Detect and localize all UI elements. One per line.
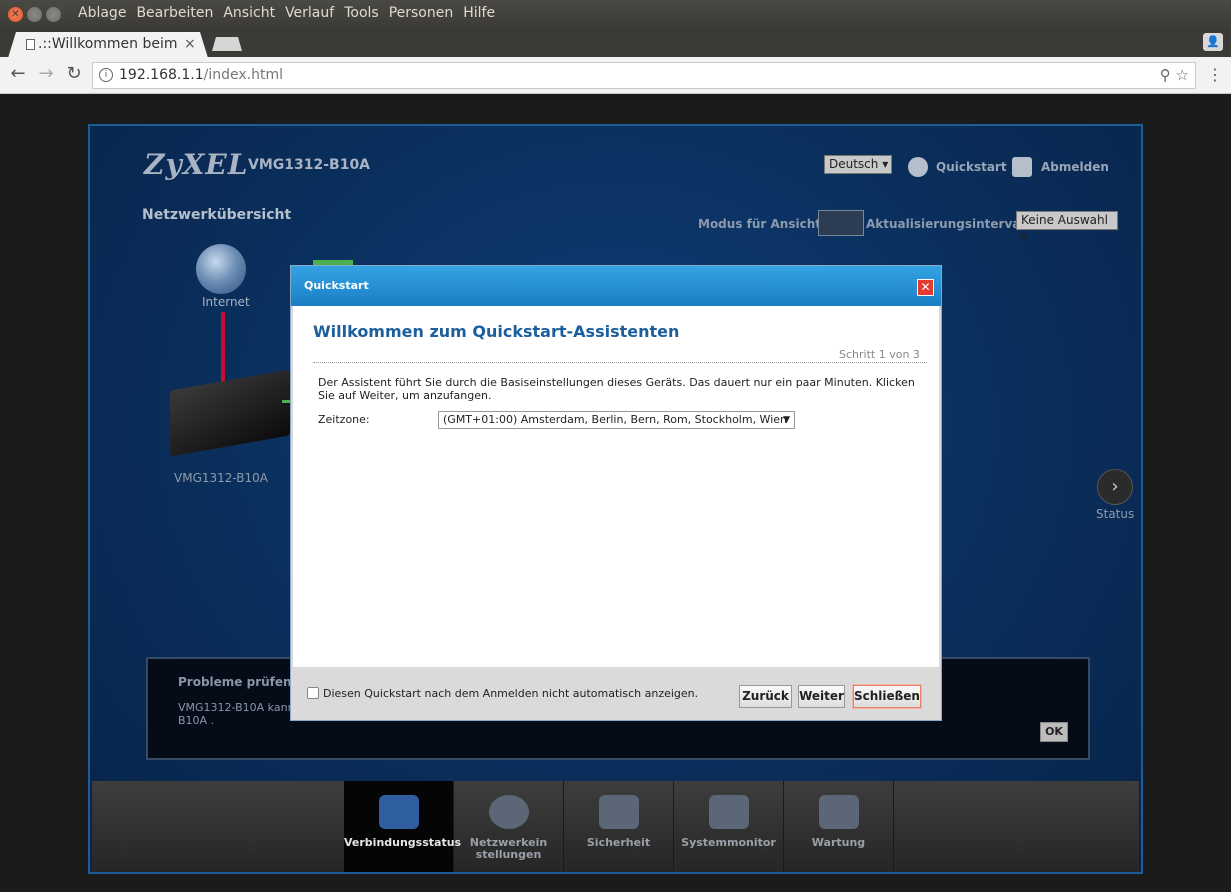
window-maximize-icon[interactable] (46, 7, 61, 22)
zyxel-logo: ZyXEL (144, 148, 249, 181)
model-name: VMG1312-B10A (248, 157, 371, 173)
menu-ansicht[interactable]: Ansicht (223, 5, 275, 21)
nav-label: Sicherheit (586, 836, 651, 849)
gear-icon (488, 795, 529, 829)
device-label: VMG1312-B10A (174, 471, 269, 485)
chart-monitor-icon (708, 795, 749, 829)
dont-show-label[interactable]: Diesen Quickstart nach dem Anmelden nich… (323, 687, 698, 700)
app-menu: Ablage Bearbeiten Ansicht Verlauf Tools … (78, 5, 505, 21)
close-button[interactable]: Schließen (853, 685, 921, 708)
dialog-title: Quickstart (304, 279, 369, 292)
router-device-icon[interactable] (170, 369, 290, 457)
chevron-down-icon: ▼ (783, 415, 790, 425)
info-icon[interactable]: i (99, 68, 113, 82)
nav-label: Verbindungsstatus (344, 836, 462, 849)
nav-system-monitor[interactable]: Systemmonitor (674, 781, 784, 872)
timezone-select[interactable]: (GMT+01:00) Amsterdam, Berlin, Bern, Rom… (438, 411, 795, 429)
problems-text: VMG1312-B10A kann B10A . (178, 701, 295, 727)
intro-text: Der Assistent führt Sie durch die Basise… (318, 376, 915, 402)
logout-link[interactable]: Abmelden (1041, 160, 1109, 174)
network-view-icon[interactable] (818, 210, 864, 236)
bottom-navigation: Verbindungsstatus Netzwerkein stellungen… (92, 781, 1139, 872)
dialog-close-icon[interactable]: ✕ (917, 279, 934, 296)
menu-bar: ✕ Ablage Bearbeiten Ansicht Verlauf Tool… (0, 0, 1231, 30)
menu-dots-icon[interactable]: ⋮ (1207, 65, 1223, 84)
nav-network-settings[interactable]: Netzwerkein stellungen (454, 781, 564, 872)
menu-bearbeiten[interactable]: Bearbeiten (136, 5, 213, 21)
next-button[interactable]: Weiter (798, 685, 845, 708)
interval-select[interactable]: Keine Auswahl ▾ (1016, 211, 1118, 244)
menu-ablage[interactable]: Ablage (78, 5, 126, 21)
timezone-value: (GMT+01:00) Amsterdam, Berlin, Bern, Rom… (443, 413, 787, 426)
profile-icon[interactable]: 👤 (1203, 33, 1223, 51)
quickstart-link[interactable]: Quickstart (936, 160, 1007, 174)
menu-hilfe[interactable]: Hilfe (463, 5, 495, 21)
problems-title: Probleme prüfen (178, 675, 292, 689)
status-arrow-button[interactable]: › (1097, 469, 1133, 505)
bookmark-star-icon[interactable]: ⚲ ☆ (1160, 63, 1189, 88)
back-arrow-icon[interactable]: ← (6, 63, 30, 84)
status-label: Status (1096, 507, 1135, 521)
nav-label: Systemmonitor (681, 836, 776, 849)
section-title: Netzwerkübersicht (142, 207, 292, 223)
page-icon (26, 39, 35, 50)
menu-tools[interactable]: Tools (344, 5, 379, 21)
back-button[interactable]: Zurück (739, 685, 792, 708)
menu-personen[interactable]: Personen (389, 5, 454, 21)
url-host: 192.168.1.1 (119, 67, 204, 83)
window-minimize-icon[interactable] (27, 7, 42, 22)
heading-divider (313, 362, 927, 363)
quickstart-dialog: Quickstart ✕ Willkommen zum Quickstart-A… (290, 265, 942, 721)
view-mode-label: Modus für Ansicht: (698, 217, 826, 231)
new-tab-button[interactable] (212, 37, 242, 51)
menu-verlauf[interactable]: Verlauf (285, 5, 334, 21)
tools-icon (818, 795, 859, 829)
logout-icon[interactable] (1012, 157, 1032, 177)
interval-value: Keine Auswahl (1021, 213, 1108, 227)
language-value: Deutsch (829, 157, 879, 171)
internet-link-line (221, 312, 225, 388)
dialog-body: Willkommen zum Quickstart-Assistenten Sc… (293, 306, 939, 667)
nav-security[interactable]: Sicherheit (564, 781, 674, 872)
internet-globe-icon[interactable] (196, 244, 246, 294)
dont-show-checkbox[interactable] (307, 687, 319, 699)
nav-label: Netzwerkein stellungen (469, 836, 548, 861)
monitor-globe-icon (378, 795, 419, 829)
nav-label: Wartung (811, 836, 866, 849)
timezone-label: Zeitzone: (318, 413, 370, 426)
tab-strip: .::Willkommen beim × 👤 (0, 30, 1231, 58)
nav-maintenance[interactable]: Wartung (784, 781, 894, 872)
browser-tab[interactable]: .::Willkommen beim × (8, 32, 208, 58)
shield-icon (598, 795, 639, 829)
ok-button[interactable]: OK (1040, 722, 1068, 742)
interval-label: Aktualisierungsintervall: (866, 217, 1034, 231)
reload-icon[interactable]: ↻ (62, 63, 86, 84)
forward-arrow-icon[interactable]: → (34, 63, 58, 84)
internet-label: Internet (202, 295, 250, 309)
step-indicator: Schritt 1 von 3 (839, 348, 920, 361)
address-bar[interactable]: i 192.168.1.1/index.html ⚲ ☆ (92, 62, 1196, 89)
dialog-header: Quickstart ✕ (291, 266, 941, 306)
nav-connection-status[interactable]: Verbindungsstatus (344, 781, 462, 872)
window-close-icon[interactable]: ✕ (8, 7, 23, 22)
quickstart-icon[interactable] (908, 157, 928, 177)
tab-title: .::Willkommen beim (38, 36, 178, 52)
language-select[interactable]: Deutsch ▾ (824, 155, 892, 174)
tab-close-icon[interactable]: × (184, 32, 196, 57)
browser-toolbar: ← → ↻ i 192.168.1.1/index.html ⚲ ☆ ⋮ (0, 57, 1231, 94)
url-path: /index.html (203, 67, 283, 83)
dialog-heading: Willkommen zum Quickstart-Assistenten (313, 322, 680, 341)
